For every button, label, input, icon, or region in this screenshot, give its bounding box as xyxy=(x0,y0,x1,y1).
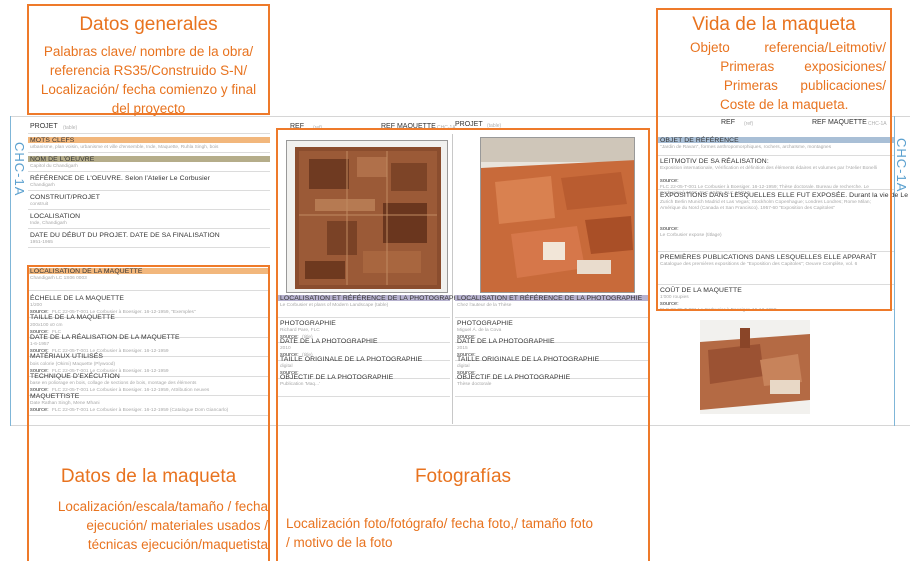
field-value: Chandigarh xyxy=(30,183,55,188)
divider xyxy=(28,247,270,248)
datos-generales-title: Datos generales xyxy=(79,14,218,35)
chc-label-right: CHC-1A xyxy=(894,138,909,193)
datos-maqueta-line: ejecución/ materiales usados / xyxy=(86,518,268,533)
divider xyxy=(28,228,270,229)
field-label: LOCALISATION xyxy=(30,212,81,220)
field-label: MOTS CLEFS xyxy=(30,136,75,144)
vida-maqueta-line: Objeto referencia/Leitmotiv/ xyxy=(690,40,886,55)
fotografias-line: / motivo de la foto xyxy=(286,535,393,550)
datos-maqueta-title: Datos de la maqueta xyxy=(60,466,237,487)
vida-maqueta-text: Objeto referencia/Leitmotiv/ Primeras ex… xyxy=(690,38,886,114)
divider xyxy=(28,133,270,134)
projet-label-mid: PROJET xyxy=(455,121,483,128)
vida-maqueta-line: Coste de la maqueta. xyxy=(720,97,849,112)
datos-generales-line: referencia RS35/Construido S-N/ xyxy=(49,63,248,78)
datos-maqueta-text: Localización/escala/tamaño / fecha ejecu… xyxy=(30,497,268,554)
fotografias-text: Localización foto/fotógrafo/ fecha foto,… xyxy=(286,514,646,552)
field-value: construit xyxy=(30,202,49,207)
model-photo-3 xyxy=(700,320,810,414)
field-value: Inde, Chandigarh xyxy=(30,221,67,226)
datos-maqueta-line: Localización/escala/tamaño / fecha xyxy=(57,499,268,514)
datos-generales-text: Palabras clave/ nombre de la obra/ refer… xyxy=(27,42,270,118)
divider xyxy=(28,171,270,172)
divider xyxy=(28,190,270,191)
box-fotografias xyxy=(276,128,650,561)
field-value: urbanisme, plan voisin, urbanisme et vil… xyxy=(30,145,219,150)
divider xyxy=(28,209,270,210)
vida-maqueta-line: Primeras exposiciones/ xyxy=(720,59,886,74)
divider xyxy=(28,152,270,153)
field-label: RÉFÉRENCE DE L'OEUVRE. Selon l'Atelier L… xyxy=(30,174,210,182)
fotografias-title: Fotografías xyxy=(414,466,512,487)
vida-maqueta-title: Vida de la maqueta xyxy=(692,14,856,35)
fotografias-line: Localización foto/fotógrafo/ fecha foto,… xyxy=(286,516,593,531)
field-value: 1951-1965 xyxy=(30,240,53,245)
datos-generales-line: Palabras clave/ nombre de la obra/ xyxy=(43,44,254,59)
field-label: CONSTRUIT/PROJET xyxy=(30,193,100,201)
projet-label-left: PROJET xyxy=(30,123,58,130)
chc-label-left: CHC-1A xyxy=(12,142,27,197)
sheet-left-border xyxy=(10,116,11,426)
field-label: NOM DE L'OEUVRE xyxy=(30,155,95,163)
field-label: DATE DU DÉBUT DU PROJET. DATE DE SA FINA… xyxy=(30,231,220,239)
field-value: Capitol du Chandigarh xyxy=(30,164,78,169)
datos-generales-line: del proyecto xyxy=(111,101,186,116)
datos-generales-line: Localización/ fecha comienzo y final xyxy=(40,82,257,97)
projet-value-left: (table) xyxy=(63,125,78,131)
datos-maqueta-line: técnicas ejecución/maquetista xyxy=(87,537,268,552)
vida-maqueta-line: Primeras publicaciones/ xyxy=(723,78,886,93)
